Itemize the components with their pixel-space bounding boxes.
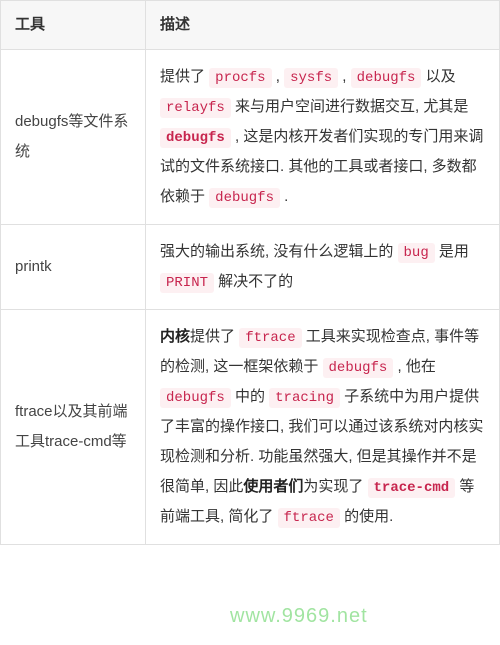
code-procfs: procfs xyxy=(209,68,271,88)
tool-desc: 强大的输出系统, 没有什么逻辑上的 bug 是用 PRINT 解决不了的 xyxy=(146,225,500,310)
code-tracing: tracing xyxy=(269,388,340,408)
watermark: www.9969.net xyxy=(230,605,368,628)
tool-desc: 内核提供了 ftrace 工具来实现检查点, 事件等的检测, 这一框架依赖于 d… xyxy=(146,310,500,545)
table-row: printk 强大的输出系统, 没有什么逻辑上的 bug 是用 PRINT 解决… xyxy=(1,225,500,310)
code-debugfs: debugfs xyxy=(351,68,422,88)
code-sysfs: sysfs xyxy=(284,68,338,88)
code-debugfs: debugfs xyxy=(323,358,394,378)
bold-kernel: 内核 xyxy=(160,328,190,345)
code-debugfs: debugfs xyxy=(160,388,231,408)
header-tool: 工具 xyxy=(1,1,146,50)
code-ftrace: ftrace xyxy=(278,508,340,528)
tool-name: debugfs等文件系统 xyxy=(1,50,146,225)
code-ftrace: ftrace xyxy=(239,328,301,348)
table-header-row: 工具 描述 xyxy=(1,1,500,50)
tool-name: ftrace以及其前端工具trace-cmd等 xyxy=(1,310,146,545)
code-trace-cmd: trace-cmd xyxy=(368,478,456,498)
table-row: ftrace以及其前端工具trace-cmd等 内核提供了 ftrace 工具来… xyxy=(1,310,500,545)
header-desc: 描述 xyxy=(146,1,500,50)
bold-users: 使用者们 xyxy=(243,478,303,495)
table-row: debugfs等文件系统 提供了 procfs , sysfs , debugf… xyxy=(1,50,500,225)
code-print: PRINT xyxy=(160,273,214,293)
code-relayfs: relayfs xyxy=(160,98,231,118)
code-debugfs-bold: debugfs xyxy=(160,128,231,148)
tool-desc: 提供了 procfs , sysfs , debugfs 以及 relayfs … xyxy=(146,50,500,225)
tools-table: 工具 描述 debugfs等文件系统 提供了 procfs , sysfs , … xyxy=(0,0,500,545)
tool-name: printk xyxy=(1,225,146,310)
code-debugfs: debugfs xyxy=(209,188,280,208)
code-bug: bug xyxy=(398,243,435,263)
